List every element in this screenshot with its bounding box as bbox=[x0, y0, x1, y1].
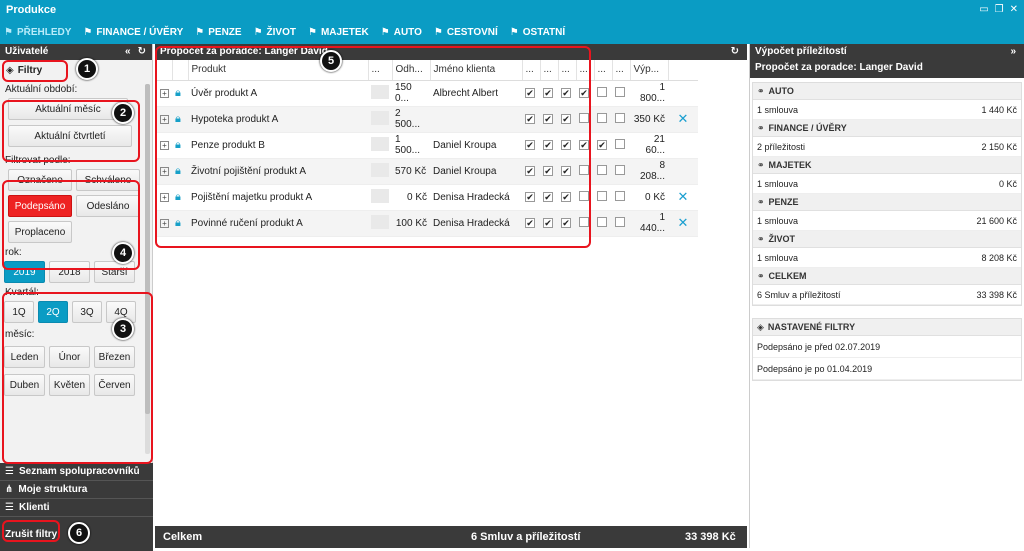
checkbox[interactable] bbox=[615, 86, 625, 97]
col-vypocet[interactable]: Výp... bbox=[629, 60, 668, 81]
checkbox[interactable] bbox=[615, 190, 625, 201]
expand-panel-icon[interactable]: » bbox=[1010, 44, 1016, 60]
close-icon[interactable]: ✕ bbox=[1010, 0, 1018, 20]
checkbox[interactable] bbox=[597, 112, 607, 123]
summary-row: 1 smlouva 21 600 Kč bbox=[753, 211, 1021, 231]
window-title: Produkce bbox=[6, 4, 57, 16]
right-panel: Výpočet příležitostí » Propočet za porad… bbox=[749, 44, 1024, 548]
checkbox[interactable] bbox=[615, 138, 625, 149]
col-flag[interactable]: ... bbox=[593, 60, 612, 81]
summary-row: 1 smlouva 8 208 Kč bbox=[753, 248, 1021, 268]
layers-icon: ◈ bbox=[757, 321, 764, 332]
hierarchy-icon: ⋔ bbox=[5, 484, 14, 495]
menu-item-majetek[interactable]: ⚑ MAJETEK bbox=[308, 27, 369, 38]
checkbox[interactable] bbox=[597, 216, 607, 227]
bookmark-icon: ⚑ bbox=[433, 26, 443, 38]
summary-box: ⚭ AUTO 1 smlouva 1 440 Kč ⚭ FINANCE / ÚVĚRY… bbox=[752, 82, 1022, 306]
menu-item-auto[interactable]: ⚑ AUTO bbox=[381, 27, 422, 38]
summary-section-title: ⚭ AUTO bbox=[753, 83, 1021, 100]
link-icon: ⚭ bbox=[757, 122, 765, 133]
callout-box-3 bbox=[2, 292, 153, 464]
menu-item-penze[interactable]: ⚑ PENZE bbox=[195, 27, 241, 38]
link-icon: ⚭ bbox=[757, 270, 765, 281]
link-icon: ⚭ bbox=[757, 233, 765, 244]
checkbox[interactable] bbox=[615, 112, 625, 123]
menu-item-cestovni[interactable]: ⚑ CESTOVNÍ bbox=[434, 27, 498, 38]
summary-section-title: ⚭ FINANCE / ÚVĚRY bbox=[753, 120, 1021, 137]
summary-row: 1 smlouva 1 440 Kč bbox=[753, 100, 1021, 120]
summary-row: 1 smlouva 0 Kč bbox=[753, 174, 1021, 194]
bookmark-icon: ⚑ bbox=[195, 26, 205, 38]
bookmark-icon: ⚑ bbox=[308, 26, 317, 38]
refresh-icon[interactable]: ↻ bbox=[138, 44, 146, 60]
callout-number-4: 4 bbox=[112, 242, 134, 264]
bookmark-icon: ⚑ bbox=[509, 26, 519, 38]
callout-box-1 bbox=[2, 60, 68, 82]
summary-section-title: ⚭ CELKEM bbox=[753, 268, 1021, 285]
checkbox[interactable] bbox=[615, 164, 625, 175]
callout-box-5 bbox=[155, 46, 591, 248]
checkbox[interactable] bbox=[597, 164, 607, 175]
restore-icon[interactable]: ❐ bbox=[995, 0, 1004, 20]
saved-filter-item[interactable]: Podepsáno je před 02.07.2019 bbox=[753, 336, 1021, 358]
saved-filter-item[interactable]: Podepsáno je po 01.04.2019 bbox=[753, 358, 1021, 380]
collapse-icon[interactable]: « bbox=[125, 44, 131, 60]
menu-item-finance[interactable]: ⚑ FINANCE / ÚVĚRY bbox=[83, 27, 183, 38]
callout-number-2: 2 bbox=[112, 102, 134, 124]
window-titlebar: Produkce ▭ ❐ ✕ bbox=[0, 0, 1024, 20]
table-footer: Celkem 6 Smluv a příležitostí 33 398 Kč bbox=[155, 526, 747, 548]
checkbox[interactable] bbox=[597, 86, 607, 97]
saved-filters-title: ◈ NASTAVENÉ FILTRY bbox=[753, 319, 1021, 336]
list-icon: ☰ bbox=[5, 502, 14, 513]
nav-klienti[interactable]: ☰ Klienti bbox=[0, 499, 153, 517]
checkbox[interactable]: ✔ bbox=[597, 139, 607, 150]
nav-moje-struktura[interactable]: ⋔ Moje struktura bbox=[0, 481, 153, 499]
refresh-icon[interactable]: ↻ bbox=[731, 44, 739, 60]
summary-section-title: ⚭ MAJETEK bbox=[753, 157, 1021, 174]
saved-filters-box: ◈ NASTAVENÉ FILTRY Podepsáno je před 02.0… bbox=[752, 318, 1022, 381]
left-panel-header: Uživatelé « ↻ bbox=[0, 44, 152, 60]
bookmark-icon: ⚑ bbox=[83, 26, 93, 38]
callout-number-3: 3 bbox=[112, 318, 134, 340]
callout-number-1: 1 bbox=[76, 58, 98, 80]
menu-item-prehledy[interactable]: ⚑ PŘEHLEDY bbox=[4, 27, 71, 38]
right-panel-subheader: Propočet za poradce: Langer David bbox=[750, 60, 1024, 78]
summary-row: 2 příležitosti 2 150 Kč bbox=[753, 137, 1021, 157]
summary-section-title: ⚭ ŽIVOT bbox=[753, 231, 1021, 248]
callout-number-6: 6 bbox=[68, 522, 90, 544]
footer-sum: 33 398 Kč bbox=[685, 531, 736, 543]
bookmark-icon: ⚑ bbox=[4, 26, 13, 38]
summary-row: 6 Smluv a příležitostí 33 398 Kč bbox=[753, 285, 1021, 305]
link-icon: ⚭ bbox=[757, 85, 765, 96]
aktualni-obdobi-label: Aktuální období: bbox=[5, 84, 78, 95]
menu-item-ostatni[interactable]: ⚑ OSTATNÍ bbox=[510, 27, 565, 38]
right-panel-header: Výpočet příležitostí » bbox=[750, 44, 1024, 60]
callout-box-6 bbox=[2, 520, 60, 542]
nav-seznam-spolupracovniku[interactable]: ☰ Seznam spolupracovníků bbox=[0, 463, 153, 481]
checkbox[interactable] bbox=[597, 190, 607, 201]
col-flag[interactable]: ... bbox=[611, 60, 630, 81]
main-menu: ⚑ PŘEHLEDY ⚑ FINANCE / ÚVĚRY ⚑ PENZE ⚑ ŽIVOT… bbox=[0, 20, 1024, 44]
menu-item-zivot[interactable]: ⚑ ŽIVOT bbox=[254, 27, 296, 38]
callout-number-5: 5 bbox=[320, 50, 342, 72]
summary-section-title: ⚭ PENZE bbox=[753, 194, 1021, 211]
remove-icon[interactable]: ✕ bbox=[678, 111, 689, 126]
bookmark-icon: ⚑ bbox=[253, 26, 263, 38]
minimize-icon[interactable]: ▭ bbox=[979, 0, 988, 20]
footer-count: 6 Smluv a příležitostí bbox=[471, 531, 581, 543]
remove-icon[interactable]: ✕ bbox=[678, 189, 689, 204]
bookmark-icon: ⚑ bbox=[380, 26, 390, 38]
checkbox[interactable] bbox=[615, 216, 625, 227]
remove-icon[interactable]: ✕ bbox=[678, 215, 689, 230]
list-icon: ☰ bbox=[5, 466, 14, 477]
link-icon: ⚭ bbox=[757, 196, 765, 207]
footer-celkem-label: Celkem bbox=[163, 531, 203, 543]
link-icon: ⚭ bbox=[757, 159, 765, 170]
